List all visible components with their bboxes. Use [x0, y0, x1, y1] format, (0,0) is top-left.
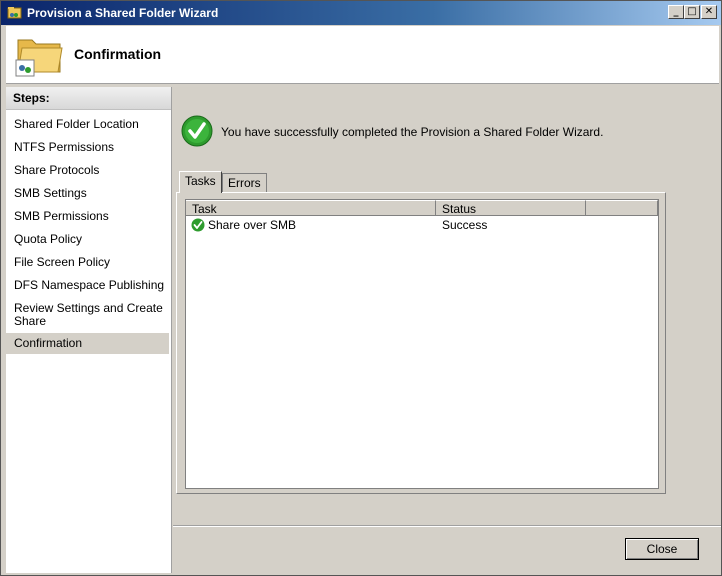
cell-status: Success: [442, 218, 488, 232]
content-area: You have successfully completed the Prov…: [173, 87, 721, 575]
success-message: You have successfully completed the Prov…: [221, 125, 604, 139]
wizard-window: Provision a Shared Folder Wizard _ □ ✕ C…: [0, 0, 722, 576]
folder-share-icon: [7, 7, 22, 19]
step-file-screen-policy[interactable]: File Screen Policy: [6, 256, 169, 269]
window-title: Provision a Shared Folder Wizard: [27, 6, 219, 20]
tab-errors[interactable]: Errors: [222, 173, 267, 192]
wizard-header: Confirmation: [6, 26, 719, 84]
page-title: Confirmation: [74, 46, 162, 62]
tab-tasks[interactable]: Tasks: [179, 171, 222, 193]
task-list[interactable]: Task Status Share over SMB Success: [185, 199, 659, 489]
step-smb-settings[interactable]: SMB Settings: [6, 187, 169, 200]
column-header-task[interactable]: Task: [186, 200, 436, 216]
cell-task: Share over SMB: [208, 218, 297, 232]
column-header-status[interactable]: Status: [436, 200, 586, 216]
step-share-protocols[interactable]: Share Protocols: [6, 164, 169, 177]
column-header-empty[interactable]: [586, 200, 658, 216]
title-bar[interactable]: Provision a Shared Folder Wizard _ □ ✕: [1, 1, 721, 25]
step-smb-permissions[interactable]: SMB Permissions: [6, 210, 169, 223]
step-ntfs-permissions[interactable]: NTFS Permissions: [6, 141, 169, 154]
tasks-tab-panel: Task Status Share over SMB Success: [176, 192, 666, 494]
step-dfs-namespace-publishing[interactable]: DFS Namespace Publishing: [6, 279, 169, 292]
close-button[interactable]: Close: [625, 538, 699, 560]
steps-heading: Steps:: [6, 87, 171, 110]
maximize-button[interactable]: □: [684, 5, 700, 19]
minimize-button[interactable]: _: [668, 5, 684, 19]
close-window-button[interactable]: ✕: [701, 5, 717, 19]
step-confirmation[interactable]: Confirmation: [6, 333, 169, 354]
table-row[interactable]: Share over SMB Success: [186, 217, 658, 233]
footer-divider: [173, 525, 721, 527]
step-quota-policy[interactable]: Quota Policy: [6, 233, 169, 246]
shared-folder-icon: [15, 39, 63, 77]
step-review-settings[interactable]: Review Settings and Create Share: [6, 302, 169, 328]
check-circle-icon: [181, 115, 213, 147]
check-circle-icon: [191, 218, 205, 232]
steps-panel: Steps: Shared Folder Location NTFS Permi…: [6, 87, 172, 573]
step-shared-folder-location[interactable]: Shared Folder Location: [6, 118, 169, 131]
